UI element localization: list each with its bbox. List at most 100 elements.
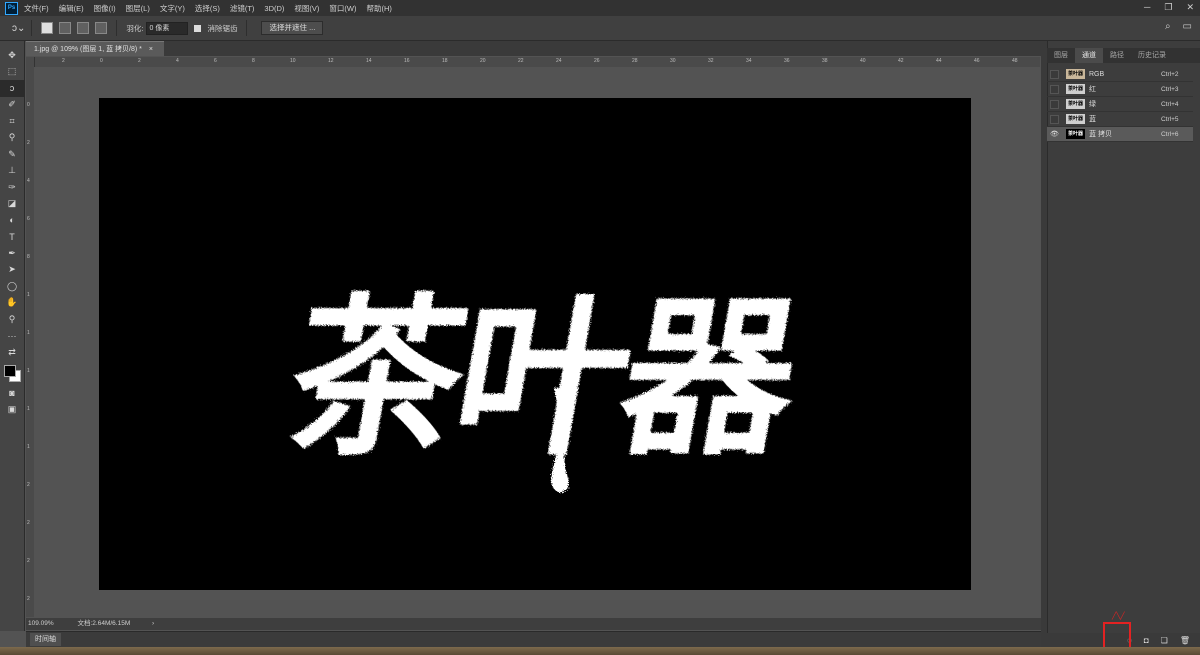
ruler-tick: 2 — [27, 140, 30, 146]
tools-panel: ✥ ⬚ ↄ ✐ ⌗ ⚲ ✎ ⊥ ✑ ◪ ◐ T ✒ ➤ ◯ ✋ ⚲ ··· ⇄ … — [0, 41, 25, 631]
tab-layers[interactable]: 图层 — [1047, 48, 1075, 63]
quick-mask-icon[interactable]: ◙ — [0, 385, 24, 402]
new-selection-icon[interactable] — [41, 22, 54, 34]
menu-file[interactable]: 文件(F) — [24, 3, 49, 14]
stamp-tool-icon[interactable]: ⊥ — [0, 163, 24, 180]
status-menu-arrow-icon[interactable]: › — [152, 620, 154, 627]
channel-name: RGB — [1089, 70, 1105, 78]
ruler-tick: 0 — [100, 58, 103, 64]
visibility-toggle[interactable] — [1050, 69, 1059, 79]
screen-mode-icon[interactable]: ▣ — [0, 401, 24, 418]
menu-type[interactable]: 文字(Y) — [160, 3, 185, 14]
menu-help[interactable]: 帮助(H) — [367, 3, 392, 14]
antialias-checkbox[interactable] — [194, 24, 202, 32]
delete-channel-icon[interactable]: 🗑 — [1180, 636, 1190, 645]
intersect-selection-icon[interactable] — [95, 22, 108, 34]
ruler-tick: 18 — [442, 58, 448, 64]
foreground-color-swatch[interactable] — [4, 364, 16, 377]
ruler-tick: 0 — [27, 102, 30, 108]
swap-colors-icon[interactable]: ⇄ — [0, 344, 24, 361]
menu-view[interactable]: 视图(V) — [294, 3, 319, 14]
window-controls: ─ ❐ ✕ — [1144, 2, 1194, 13]
timeline-tab[interactable]: 时间轴 — [30, 633, 61, 646]
marquee-tool-icon[interactable]: ⬚ — [0, 64, 24, 81]
tab-channels[interactable]: 通道 — [1075, 48, 1103, 63]
options-bar: ↄ⌄ 羽化: 0 像素 消除锯齿 选择并遮住 ... ⌕ ▭ — [0, 16, 1200, 41]
menu-window[interactable]: 窗口(W) — [329, 3, 356, 14]
visibility-toggle[interactable] — [1050, 114, 1059, 124]
menu-layer[interactable]: 图层(L) — [126, 3, 150, 14]
tab-history[interactable]: 历史记录 — [1131, 48, 1173, 63]
menu-3d[interactable]: 3D(D) — [264, 4, 284, 13]
move-tool-icon[interactable]: ✥ — [0, 47, 24, 64]
restore-icon[interactable]: ❐ — [1164, 2, 1172, 13]
visibility-toggle[interactable] — [1050, 99, 1059, 109]
menu-edit[interactable]: 编辑(E) — [59, 3, 84, 14]
ruler-tick: 2 — [27, 596, 30, 602]
channel-row-red[interactable]: 茶叶器 红 Ctrl+3 — [1047, 82, 1193, 97]
channel-shortcut: Ctrl+6 — [1161, 130, 1179, 138]
path-select-tool-icon[interactable]: ➤ — [0, 262, 24, 279]
channel-thumbnail: 茶叶器 — [1066, 99, 1085, 109]
channel-thumbnail: 茶叶器 — [1066, 69, 1085, 79]
search-icon[interactable]: ⌕ — [1165, 21, 1171, 32]
ruler-tick: 32 — [708, 58, 714, 64]
os-taskbar — [0, 647, 1200, 655]
divider — [31, 20, 33, 36]
gradient-tool-icon[interactable]: ◐ — [0, 212, 24, 229]
crop-tool-icon[interactable]: ⌗ — [0, 113, 24, 130]
history-brush-icon[interactable]: ✑ — [0, 179, 24, 196]
feather-input[interactable]: 0 像素 — [146, 21, 189, 35]
brush-tool-icon[interactable]: ✎ — [0, 146, 24, 163]
visibility-toggle[interactable] — [1050, 84, 1059, 94]
ruler-tick: 20 — [480, 58, 486, 64]
channel-row-green[interactable]: 茶叶器 绿 Ctrl+4 — [1047, 97, 1193, 112]
ruler-tick: 1 — [27, 406, 30, 412]
ruler-tick: 34 — [746, 58, 752, 64]
eyedropper-tool-icon[interactable]: ⚲ — [0, 130, 24, 147]
more-tools-icon[interactable]: ··· — [0, 328, 24, 345]
ruler-tick: 12 — [328, 58, 334, 64]
pen-tool-icon[interactable]: ✒ — [0, 245, 24, 262]
lasso-preset-icon[interactable]: ↄ⌄ — [12, 23, 25, 34]
new-channel-icon[interactable]: ❏ — [1161, 636, 1168, 645]
menu-select[interactable]: 选择(S) — [195, 3, 220, 14]
zoom-level[interactable]: 109.09% — [28, 620, 54, 627]
ruler-tick: 2 — [62, 58, 65, 64]
document-canvas[interactable]: 茶叶器 — [99, 98, 971, 590]
ruler-tick: 40 — [860, 58, 866, 64]
zoom-tool-icon[interactable]: ⚲ — [0, 311, 24, 328]
menu-image[interactable]: 图像(I) — [94, 3, 116, 14]
channel-row-blue-copy[interactable]: 👁 茶叶器 蓝 拷贝 Ctrl+6 — [1047, 127, 1193, 142]
document-tab-strip — [26, 41, 1041, 56]
timeline-bar — [26, 631, 1041, 648]
options-right: ⌕ ▭ — [1165, 21, 1192, 32]
ruler-tick: 46 — [974, 58, 980, 64]
ruler-tick: 4 — [176, 58, 179, 64]
add-selection-icon[interactable] — [59, 22, 72, 34]
ruler-tick: 48 — [1012, 58, 1018, 64]
close-tab-icon[interactable]: × — [149, 46, 153, 53]
visibility-toggle[interactable]: 👁 — [1050, 130, 1059, 139]
subtract-selection-icon[interactable] — [77, 22, 90, 34]
lasso-tool-icon[interactable]: ↄ — [0, 80, 24, 97]
close-icon[interactable]: ✕ — [1186, 2, 1194, 13]
workspace-icon[interactable]: ▭ — [1183, 21, 1192, 32]
channel-row-blue[interactable]: 茶叶器 蓝 Ctrl+5 — [1047, 112, 1193, 127]
select-and-mask-button[interactable]: 选择并遮住 ... — [261, 21, 324, 35]
ellipse-tool-icon[interactable]: ◯ — [0, 278, 24, 295]
menu-filter[interactable]: 滤镜(T) — [230, 3, 255, 14]
quick-select-tool-icon[interactable]: ✐ — [0, 97, 24, 114]
tab-paths[interactable]: 路径 — [1103, 48, 1131, 63]
save-selection-as-channel-icon[interactable]: ◘ — [1144, 636, 1149, 645]
channel-shortcut: Ctrl+5 — [1161, 115, 1179, 123]
divider — [246, 20, 248, 36]
hand-tool-icon[interactable]: ✋ — [0, 295, 24, 312]
eraser-tool-icon[interactable]: ◪ — [0, 196, 24, 213]
document-tab[interactable]: 1.jpg @ 109% (图层 1, 蓝 拷贝/8) * × — [26, 41, 164, 56]
minimize-icon[interactable]: ─ — [1144, 2, 1150, 13]
channel-row-rgb[interactable]: 茶叶器 RGB Ctrl+2 — [1047, 67, 1193, 82]
type-tool-icon[interactable]: T — [0, 229, 24, 246]
ruler-tick: 30 — [670, 58, 676, 64]
document-tab-title: 1.jpg @ 109% (图层 1, 蓝 拷贝/8) * — [34, 46, 142, 53]
